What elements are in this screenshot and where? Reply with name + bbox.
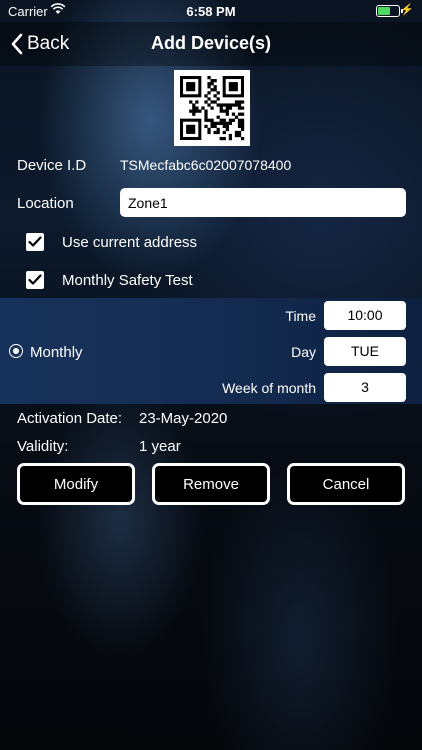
- activation-date-value: 23-May-2020: [139, 410, 228, 427]
- device-id-label: Device I.D: [17, 157, 87, 174]
- remove-button[interactable]: Remove: [152, 463, 270, 505]
- navigation-bar: Back Add Device(s): [0, 22, 422, 66]
- validity-label: Validity:: [17, 438, 69, 455]
- location-input[interactable]: Zone1: [120, 188, 406, 217]
- week-of-month-field[interactable]: 3: [324, 373, 406, 402]
- status-bar: Carrier 6:58 PM ⚡: [0, 0, 422, 22]
- day-label: Day: [291, 344, 316, 360]
- monthly-label: Monthly: [30, 344, 83, 361]
- validity-value: 1 year: [139, 438, 181, 455]
- checkmark-icon: [28, 274, 42, 285]
- time-label: Time: [285, 308, 316, 324]
- monthly-radio[interactable]: [9, 344, 23, 358]
- page-title: Add Device(s): [150, 33, 272, 53]
- charging-bolt-icon: ⚡: [400, 4, 414, 16]
- activation-date-label: Activation Date:: [17, 410, 123, 427]
- location-value: Zone1: [128, 194, 168, 211]
- use-current-address-label: Use current address: [62, 234, 198, 251]
- day-field[interactable]: TUE: [324, 337, 406, 366]
- week-of-month-label: Week of month: [222, 380, 316, 396]
- monthly-safety-test-checkbox[interactable]: [26, 271, 44, 289]
- use-current-address-checkbox[interactable]: [26, 233, 44, 251]
- cancel-button[interactable]: Cancel: [287, 463, 405, 505]
- battery-icon: [376, 5, 403, 17]
- location-label: Location: [17, 195, 74, 212]
- checkmark-icon: [28, 236, 42, 247]
- time-field[interactable]: 10:00: [324, 301, 406, 330]
- device-id-value: TSMecfabc6c02007078400: [120, 157, 292, 173]
- clock: 6:58 PM: [186, 4, 236, 19]
- qr-code-icon: [174, 70, 250, 146]
- monthly-safety-test-label: Monthly Safety Test: [62, 272, 193, 289]
- modify-button[interactable]: Modify: [17, 463, 135, 505]
